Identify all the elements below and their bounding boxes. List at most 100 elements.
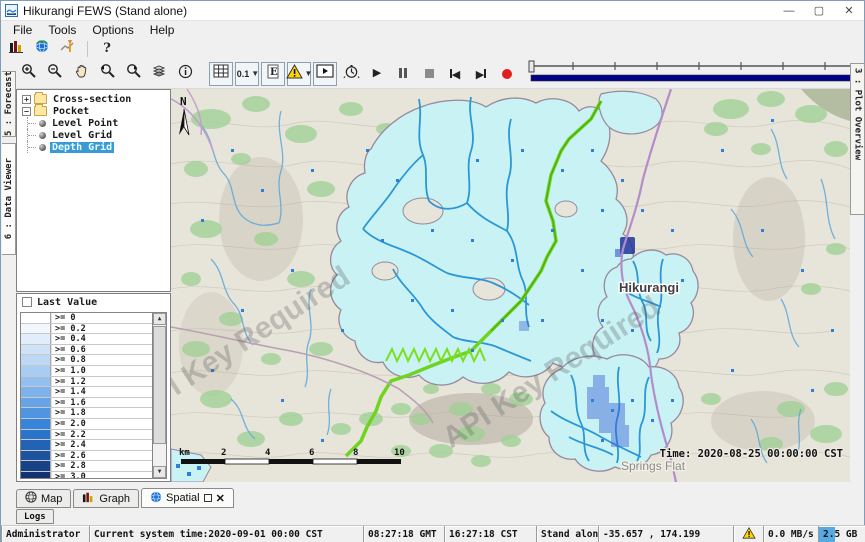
legend-entry: >= 1.8 bbox=[21, 408, 152, 419]
close-tab-icon[interactable]: ✕ bbox=[216, 492, 225, 505]
chevron-down-icon: ▼ bbox=[305, 69, 313, 78]
zoom-out-button[interactable] bbox=[43, 62, 67, 86]
warning-triangle-icon bbox=[286, 64, 303, 84]
folder-icon bbox=[34, 94, 47, 104]
tree-item-level-point[interactable]: Level Point bbox=[17, 117, 170, 129]
contour-interval-value: 0.1 bbox=[237, 69, 250, 79]
status-warning[interactable] bbox=[733, 526, 763, 542]
record-icon bbox=[502, 69, 512, 79]
time-slider-thumb bbox=[529, 61, 534, 72]
legend-scrollbar[interactable]: ▲ ▼ bbox=[152, 313, 166, 478]
menu-bar: File Tools Options Help bbox=[1, 21, 864, 38]
status-download-speed: 0.0 MB/s bbox=[763, 526, 818, 542]
map-time-label: Time: 2020-08-25 00:00:00 CST bbox=[660, 448, 843, 460]
tree-item-level-grid[interactable]: Level Grid bbox=[17, 129, 170, 141]
legend-entry: >= 1.6 bbox=[21, 398, 152, 409]
svg-text:6: 6 bbox=[309, 448, 314, 458]
layers-button[interactable] bbox=[147, 62, 171, 86]
timeseries-display-button[interactable] bbox=[57, 39, 79, 58]
zoom-previous-button[interactable] bbox=[95, 62, 119, 86]
pause-button[interactable] bbox=[391, 62, 415, 86]
tab-plot-overview[interactable]: 3 : Plot Overview bbox=[850, 63, 865, 215]
classify-button[interactable]: E bbox=[261, 62, 285, 86]
legend-swatch bbox=[21, 387, 51, 397]
tab-forecast[interactable]: 5 : Forecast bbox=[2, 71, 16, 137]
menu-help[interactable]: Help bbox=[142, 22, 183, 38]
tab-map[interactable]: Map bbox=[16, 489, 71, 508]
logs-button[interactable]: Logs bbox=[16, 509, 54, 524]
legend-swatch bbox=[21, 355, 51, 365]
legend-entry: >= 0.8 bbox=[21, 355, 152, 366]
time-slider[interactable] bbox=[527, 58, 865, 89]
record-button[interactable] bbox=[495, 62, 519, 86]
grid-icon bbox=[213, 64, 229, 83]
minimize-button[interactable]: — bbox=[774, 1, 804, 20]
zoom-next-button[interactable] bbox=[121, 62, 145, 86]
last-value-checkbox[interactable] bbox=[22, 297, 32, 307]
menu-tools[interactable]: Tools bbox=[40, 22, 84, 38]
database-viewer-button[interactable] bbox=[5, 39, 27, 58]
info-icon bbox=[178, 64, 193, 84]
show-grid-button[interactable] bbox=[209, 62, 233, 86]
tree-connector bbox=[27, 117, 37, 129]
map-display-button[interactable] bbox=[31, 39, 53, 58]
undock-icon[interactable] bbox=[204, 494, 212, 502]
thresholds-dropdown[interactable]: ▼ bbox=[287, 62, 311, 86]
play-button[interactable]: ▶ bbox=[365, 62, 389, 86]
scroll-thumb[interactable] bbox=[153, 326, 166, 444]
expand-icon[interactable]: + bbox=[22, 95, 31, 104]
tab-data-viewer[interactable]: 6 : Data Viewer bbox=[2, 143, 16, 255]
legend-swatch bbox=[21, 334, 51, 344]
contour-interval-dropdown[interactable]: 0.1 ▼ bbox=[235, 62, 259, 86]
app-window: Hikurangi FEWS (Stand alone) — ▢ ✕ File … bbox=[0, 0, 865, 542]
tab-spatial[interactable]: Spatial ✕ bbox=[141, 488, 234, 508]
layers-icon bbox=[151, 64, 167, 83]
collapse-icon[interactable]: − bbox=[22, 107, 31, 116]
legend-entry: >= 0.6 bbox=[21, 345, 152, 356]
info-button[interactable] bbox=[173, 62, 197, 86]
svg-text:E: E bbox=[270, 67, 278, 78]
left-tab-strip: 5 : Forecast 6 : Data Viewer bbox=[1, 71, 16, 482]
node-bullet-icon bbox=[39, 120, 46, 127]
help-button[interactable]: ? bbox=[96, 39, 118, 58]
menu-file[interactable]: File bbox=[5, 22, 40, 38]
legend-entry: >= 1.0 bbox=[21, 366, 152, 377]
timer-settings-button[interactable] bbox=[339, 62, 363, 86]
scroll-up-icon[interactable]: ▲ bbox=[153, 313, 166, 325]
menu-options[interactable]: Options bbox=[84, 22, 141, 38]
last-value-label: Last Value bbox=[37, 297, 97, 308]
tree-connector bbox=[27, 129, 37, 141]
scroll-down-icon[interactable]: ▼ bbox=[153, 466, 166, 478]
legend-entry: >= 2.4 bbox=[21, 440, 152, 451]
step-back-button[interactable]: ◀ bbox=[443, 62, 467, 86]
status-mode: Stand alone bbox=[536, 526, 598, 542]
animation-button[interactable] bbox=[313, 62, 337, 86]
legend-list: >= 0 >= 0.2 >= 0.4 >= 0.6 >= 0.8 >= 1.0 … bbox=[20, 312, 167, 479]
close-button[interactable]: ✕ bbox=[834, 1, 864, 20]
zoom-in-button[interactable] bbox=[17, 62, 41, 86]
pan-button[interactable] bbox=[69, 62, 93, 86]
tree-connector bbox=[27, 141, 37, 153]
zoom-out-icon bbox=[47, 63, 63, 84]
maximize-button[interactable]: ▢ bbox=[804, 1, 834, 20]
status-system-time: Current system time:2020-09-01 00:00 CST bbox=[89, 526, 363, 542]
tree-item-depth-grid[interactable]: Depth Grid bbox=[17, 141, 170, 153]
map-canvas[interactable]: Hikurangi Springs Flat API Key Required … bbox=[171, 89, 850, 482]
zoom-in-icon bbox=[21, 63, 37, 84]
window-title: Hikurangi FEWS (Stand alone) bbox=[23, 4, 187, 18]
legend-swatch bbox=[21, 345, 51, 355]
legend-swatch bbox=[21, 377, 51, 387]
tab-graph[interactable]: Graph bbox=[73, 489, 139, 508]
hand-icon bbox=[74, 64, 89, 84]
legend-swatch bbox=[21, 472, 51, 479]
svg-text:8: 8 bbox=[353, 448, 358, 458]
classify-icon: E bbox=[267, 64, 279, 84]
bar-chart-icon bbox=[82, 491, 95, 506]
legend-swatch bbox=[21, 419, 51, 429]
step-forward-button[interactable]: ▶ bbox=[469, 62, 493, 86]
skip-start-icon: ◀ bbox=[450, 65, 460, 83]
timer-icon bbox=[343, 63, 360, 85]
tree-item-pocket[interactable]: − Pocket bbox=[17, 105, 170, 117]
stop-button[interactable] bbox=[417, 62, 441, 86]
title-bar: Hikurangi FEWS (Stand alone) — ▢ ✕ bbox=[1, 1, 864, 21]
